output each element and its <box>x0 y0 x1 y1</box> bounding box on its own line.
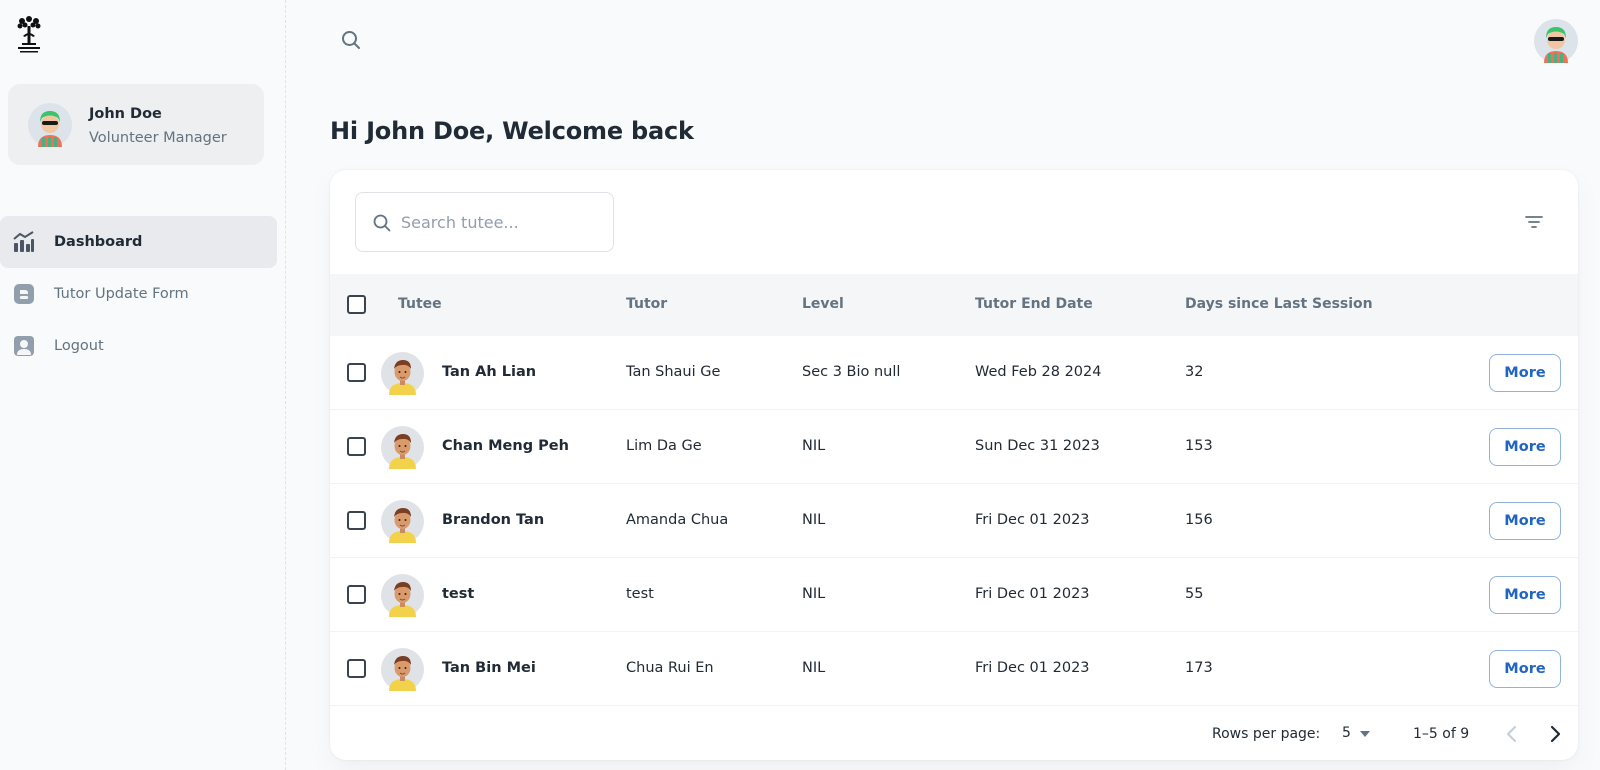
row-checkbox[interactable] <box>347 585 366 604</box>
avatar <box>28 103 72 147</box>
pagination: Rows per page: 5 1–5 of 9 <box>330 708 1578 760</box>
level: Sec 3 Bio null <box>802 364 901 380</box>
days-since-last-session: 153 <box>1185 438 1213 454</box>
tutor-end-date: Fri Dec 01 2023 <box>975 660 1090 676</box>
account-role: Volunteer Manager <box>89 130 227 146</box>
tree-logo-icon[interactable] <box>16 16 42 54</box>
column-header-tutor-end-date[interactable]: Tutor End Date <box>975 296 1093 312</box>
row-checkbox[interactable] <box>347 437 366 456</box>
sidebar-item-tutor-update-form[interactable]: Tutor Update Form <box>0 268 277 320</box>
table-row: Tan Bin Mei Chua Rui En NIL Fri Dec 01 2023… <box>330 632 1578 706</box>
tutee-table-card: Tutee Tutor Level Tutor End Date Days si… <box>330 170 1578 760</box>
pagination-range: 1–5 of 9 <box>1413 726 1470 742</box>
chevron-left-icon[interactable] <box>1500 722 1524 746</box>
column-header-tutor[interactable]: Tutor <box>626 296 667 312</box>
more-button[interactable]: More <box>1489 354 1561 392</box>
tutee-name: Tan Bin Mei <box>442 660 536 676</box>
days-since-last-session: 173 <box>1185 660 1213 676</box>
tutor-name: Tan Shaui Ge <box>626 364 721 380</box>
more-button[interactable]: More <box>1489 502 1561 540</box>
table-row: Brandon Tan Amanda Chua NIL Fri Dec 01 2023… <box>330 484 1578 558</box>
days-since-last-session: 156 <box>1185 512 1213 528</box>
table-row: Tan Ah Lian Tan Shaui Ge Sec 3 Bio null Wed… <box>330 336 1578 410</box>
sidebar-item-label: Logout <box>54 338 104 354</box>
caret-down-icon <box>1360 731 1370 737</box>
avatar <box>381 426 424 469</box>
sidebar: John Doe Volunteer Manager Dashboard Tut… <box>0 0 286 770</box>
more-button[interactable]: More <box>1489 576 1561 614</box>
select-all-checkbox[interactable] <box>347 295 366 314</box>
days-since-last-session: 32 <box>1185 364 1204 380</box>
tutor-name: Chua Rui En <box>626 660 714 676</box>
search-field[interactable] <box>355 192 614 252</box>
more-button[interactable]: More <box>1489 428 1561 466</box>
sidebar-item-logout[interactable]: Logout <box>0 320 277 372</box>
tutor-end-date: Fri Dec 01 2023 <box>975 586 1090 602</box>
search-input[interactable] <box>401 203 601 241</box>
tutee-name: Tan Ah Lian <box>442 364 537 380</box>
search-icon <box>373 214 391 232</box>
rows-per-page-select[interactable]: 5 <box>1334 722 1374 746</box>
table-row: test test NIL Fri Dec 01 2023 55 More <box>330 558 1578 632</box>
row-checkbox[interactable] <box>347 363 366 382</box>
column-header-tutee[interactable]: Tutee <box>398 296 442 312</box>
tutee-name: Chan Meng Peh <box>442 438 569 454</box>
level: NIL <box>802 660 826 676</box>
account-name: John Doe <box>89 106 162 122</box>
tutor-end-date: Sun Dec 31 2023 <box>975 438 1100 454</box>
level: NIL <box>802 512 826 528</box>
sidebar-item-label: Dashboard <box>54 234 143 250</box>
account-card: John Doe Volunteer Manager <box>8 84 264 165</box>
form-icon <box>14 284 34 304</box>
tutor-name: test <box>626 586 654 602</box>
tutor-end-date: Fri Dec 01 2023 <box>975 512 1090 528</box>
table-row: Chan Meng Peh Lim Da Ge NIL Sun Dec 31 2023… <box>330 410 1578 484</box>
table-header: Tutee Tutor Level Tutor End Date Days si… <box>330 274 1578 336</box>
chevron-right-icon[interactable] <box>1543 722 1567 746</box>
page-title: Hi John Doe, Welcome back <box>330 117 694 145</box>
row-checkbox[interactable] <box>347 511 366 530</box>
avatar <box>381 648 424 691</box>
more-button[interactable]: More <box>1489 650 1561 688</box>
rows-per-page-label: Rows per page: <box>1212 726 1321 742</box>
column-header-days-since-last-session[interactable]: Days since Last Session <box>1185 296 1373 312</box>
level: NIL <box>802 586 826 602</box>
tutor-name: Amanda Chua <box>626 512 729 528</box>
column-header-level[interactable]: Level <box>802 296 844 312</box>
avatar <box>381 500 424 543</box>
chart-icon <box>13 231 34 252</box>
days-since-last-session: 55 <box>1185 586 1204 602</box>
level: NIL <box>802 438 826 454</box>
rows-per-page-value: 5 <box>1342 725 1351 741</box>
filter-icon[interactable] <box>1522 210 1546 234</box>
sidebar-item-dashboard[interactable]: Dashboard <box>0 216 277 268</box>
tutee-name: test <box>442 586 475 602</box>
tutee-name: Brandon Tan <box>442 512 545 528</box>
user-icon <box>14 336 34 356</box>
tutor-name: Lim Da Ge <box>626 438 702 454</box>
avatar <box>381 574 424 617</box>
avatar[interactable] <box>1534 19 1578 63</box>
tutor-end-date: Wed Feb 28 2024 <box>975 364 1102 380</box>
avatar <box>381 352 424 395</box>
row-checkbox[interactable] <box>347 659 366 678</box>
search-icon[interactable] <box>340 29 362 51</box>
sidebar-item-label: Tutor Update Form <box>54 286 189 302</box>
